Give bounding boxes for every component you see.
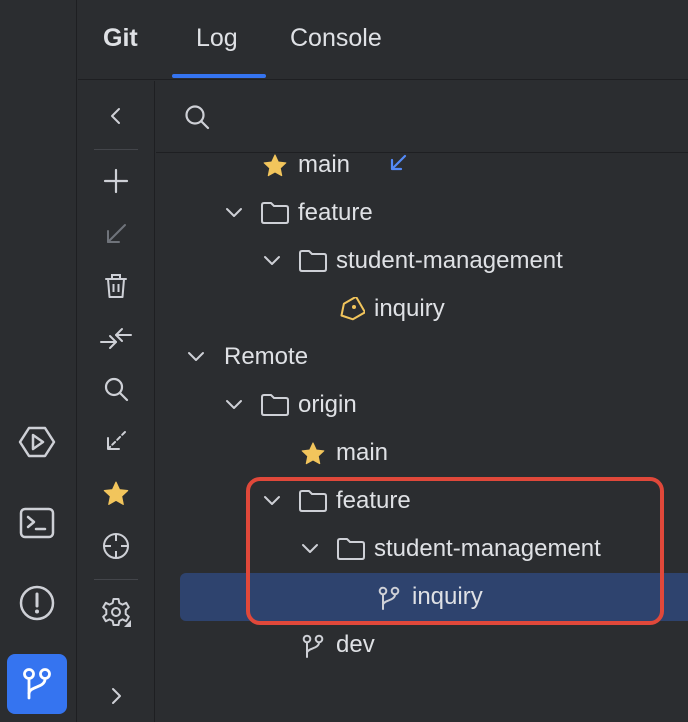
tab-log[interactable]: Log bbox=[196, 24, 238, 53]
gear-icon[interactable] bbox=[96, 592, 136, 632]
tree-row-local-feature[interactable]: feature bbox=[156, 189, 688, 237]
chevron-down-icon[interactable] bbox=[224, 395, 244, 415]
branch-label: main bbox=[298, 151, 351, 178]
compare-arrows-icon[interactable] bbox=[96, 319, 136, 359]
star-icon bbox=[300, 441, 326, 467]
star-icon bbox=[262, 153, 288, 179]
toolbar-separator bbox=[94, 149, 138, 150]
tab-console[interactable]: Console bbox=[290, 24, 382, 53]
tag-icon bbox=[337, 297, 365, 323]
incoming-changes-icon bbox=[388, 153, 408, 173]
problems-icon[interactable] bbox=[7, 573, 67, 633]
activity-bar bbox=[0, 0, 77, 722]
chevron-right-icon[interactable] bbox=[96, 676, 136, 716]
plus-icon[interactable] bbox=[96, 161, 136, 201]
search-icon[interactable] bbox=[96, 369, 136, 409]
branches-tree: main feature student-management inquiry bbox=[156, 81, 688, 722]
tool-window-header: Git Log Console bbox=[78, 0, 688, 80]
branch-icon bbox=[300, 633, 326, 659]
folder-label: student-management bbox=[336, 247, 563, 274]
tree-row-origin-main[interactable]: main bbox=[156, 429, 688, 477]
chevron-down-icon[interactable] bbox=[186, 347, 206, 367]
tree-row-local-main[interactable]: main bbox=[156, 141, 688, 189]
chevron-left-icon[interactable] bbox=[96, 96, 136, 136]
tree-row-local-inquiry[interactable]: inquiry bbox=[156, 285, 688, 333]
folder-icon bbox=[260, 201, 290, 225]
active-tab-indicator bbox=[172, 74, 266, 78]
branch-label: inquiry bbox=[374, 295, 445, 322]
tree-row-origin-dev[interactable]: dev bbox=[156, 621, 688, 669]
update-arrow-icon[interactable] bbox=[96, 421, 136, 461]
folder-label: feature bbox=[298, 199, 373, 226]
branch-label: main bbox=[336, 439, 389, 466]
checkout-arrow-icon bbox=[96, 214, 136, 254]
annotation-highlight-box bbox=[246, 477, 664, 625]
trash-icon[interactable] bbox=[96, 266, 136, 306]
toolbar-separator bbox=[94, 579, 138, 580]
search-icon bbox=[183, 103, 211, 131]
chevron-down-icon[interactable] bbox=[262, 251, 282, 271]
branches-toolbar bbox=[78, 81, 155, 722]
services-icon[interactable] bbox=[7, 412, 67, 472]
tree-row-local-student-management[interactable]: student-management bbox=[156, 237, 688, 285]
remote-label: origin bbox=[298, 391, 357, 418]
folder-icon bbox=[298, 249, 328, 273]
tree-row-remote[interactable]: Remote bbox=[156, 333, 688, 381]
crosshair-icon[interactable] bbox=[96, 526, 136, 566]
terminal-icon[interactable] bbox=[7, 493, 67, 553]
tool-window-title: Git bbox=[103, 24, 138, 52]
git-branch-icon[interactable] bbox=[7, 654, 67, 714]
branch-label: dev bbox=[336, 631, 375, 658]
folder-icon bbox=[260, 393, 290, 417]
group-label: Remote bbox=[224, 343, 309, 370]
tree-row-origin[interactable]: origin bbox=[156, 381, 688, 429]
star-icon[interactable] bbox=[96, 474, 136, 514]
chevron-down-icon[interactable] bbox=[224, 203, 244, 223]
